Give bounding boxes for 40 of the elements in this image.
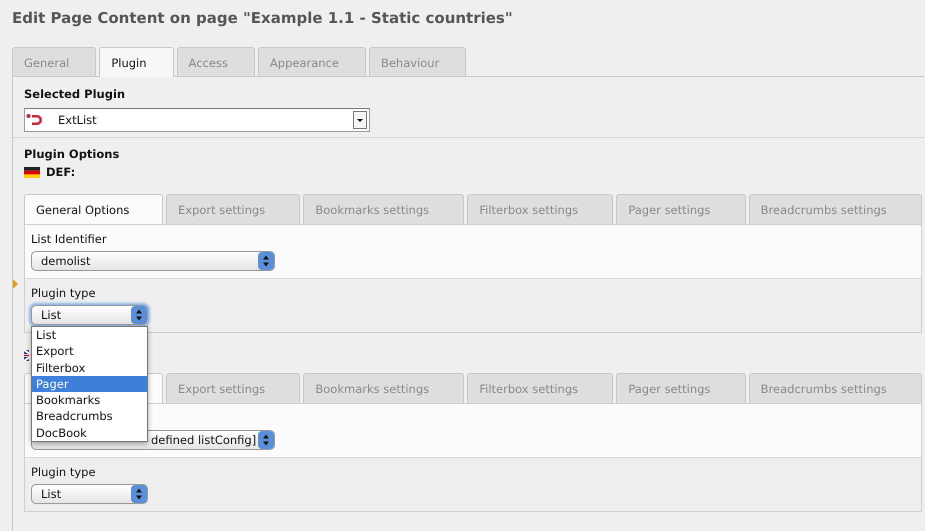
- dropdown-option[interactable]: Export: [32, 343, 147, 360]
- field-label: Plugin type: [31, 285, 97, 302]
- stepper-icon: [131, 306, 147, 324]
- tab[interactable]: Plugin: [99, 47, 174, 77]
- tab[interactable]: Bookmarks settings: [303, 194, 464, 224]
- dropdown-option[interactable]: Filterbox: [32, 360, 147, 376]
- stepper-icon: [258, 431, 274, 449]
- flag-icon: [24, 350, 29, 360]
- language-label: DEF:: [46, 165, 76, 179]
- select-field[interactable]: demolist: [31, 251, 275, 271]
- tab[interactable]: Breadcrumbs settings: [748, 194, 922, 224]
- section-label: Selected Plugin: [24, 86, 126, 102]
- dropdown-option[interactable]: Pager: [32, 376, 147, 392]
- dropdown-option[interactable]: Bookmarks: [32, 392, 147, 408]
- tab[interactable]: Pager settings: [616, 373, 746, 403]
- tab[interactable]: Breadcrumbs settings: [748, 373, 922, 403]
- tab[interactable]: General: [12, 47, 96, 76]
- flag-icon: [24, 166, 40, 178]
- tab[interactable]: Export settings: [166, 194, 300, 224]
- tab[interactable]: General Options: [24, 194, 163, 224]
- tab[interactable]: Export settings: [166, 373, 300, 403]
- field-label: Plugin type: [31, 464, 97, 481]
- tab[interactable]: Behaviour: [368, 47, 466, 76]
- field-label: List Identifier: [31, 231, 108, 248]
- tab[interactable]: Appearance: [258, 47, 366, 76]
- stepper-icon: [258, 252, 274, 270]
- tab[interactable]: Access: [176, 47, 255, 76]
- tab[interactable]: Bookmarks settings: [303, 373, 464, 403]
- dropdown-option[interactable]: List: [32, 327, 147, 344]
- tab[interactable]: Pager settings: [616, 194, 746, 224]
- stepper-icon: [131, 485, 147, 503]
- tab[interactable]: Filterbox settings: [467, 194, 614, 224]
- plugin-select[interactable]: ExtList: [24, 108, 370, 132]
- logo-icon: [26, 113, 44, 127]
- page-title: Edit Page Content on page "Example 1.1 - Static countries": [12, 8, 514, 29]
- select-field[interactable]: List: [31, 484, 148, 504]
- select-field[interactable]: List: [31, 305, 148, 325]
- dropdown-option[interactable]: Breadcrumbs: [32, 408, 147, 425]
- section-label: Plugin Options: [24, 146, 120, 162]
- tab[interactable]: Filterbox settings: [467, 373, 614, 403]
